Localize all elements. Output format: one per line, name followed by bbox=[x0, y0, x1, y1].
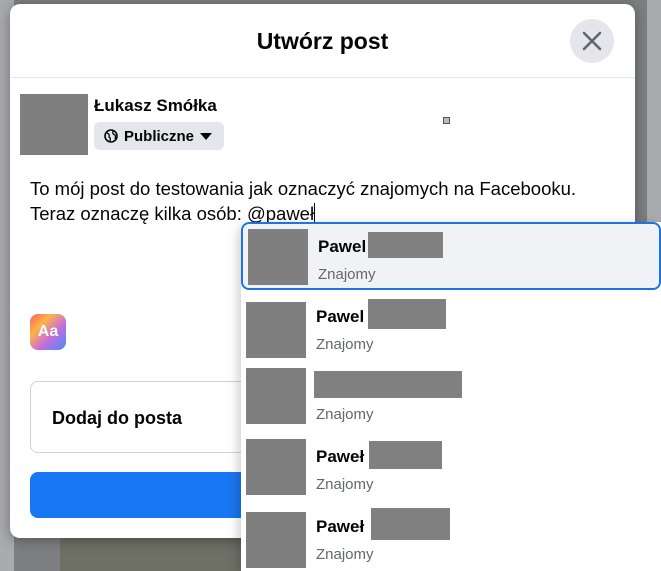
suggestion-status: Znajomy bbox=[316, 546, 374, 563]
suggestion-item[interactable]: Paweł Znajomy bbox=[241, 504, 661, 571]
suggestion-avatar bbox=[246, 302, 306, 358]
user-name: Łukasz Smółka bbox=[94, 96, 217, 115]
avatar bbox=[20, 94, 88, 155]
suggestion-avatar bbox=[246, 368, 306, 424]
marker-dot bbox=[443, 117, 450, 124]
suggestion-status: Znajomy bbox=[316, 476, 374, 493]
suggestion-status: Znajomy bbox=[316, 406, 374, 423]
redacted-block bbox=[368, 299, 446, 329]
suggestion-name: Pawel bbox=[318, 237, 367, 256]
suggestion-avatar bbox=[248, 229, 308, 285]
suggestion-avatar bbox=[246, 439, 306, 495]
redacted-block bbox=[371, 508, 450, 540]
suggestion-name: Paweł bbox=[316, 517, 365, 536]
caret-down-icon bbox=[200, 133, 212, 140]
close-icon bbox=[582, 31, 602, 51]
suggestion-item[interactable]: Znajomy bbox=[241, 364, 661, 434]
suggestion-status: Znajomy bbox=[316, 336, 374, 353]
privacy-selector-button[interactable]: Publiczne bbox=[94, 122, 224, 150]
text-format-icon[interactable]: Aa bbox=[30, 314, 66, 350]
suggestion-avatar bbox=[246, 512, 306, 568]
text-cursor bbox=[314, 203, 316, 224]
globe-icon bbox=[104, 129, 118, 143]
redacted-block bbox=[314, 371, 462, 398]
suggestion-item[interactable]: Pawel Znajomy bbox=[241, 294, 661, 364]
redacted-block bbox=[368, 232, 443, 258]
background-bottom bbox=[60, 538, 260, 571]
dialog-title: Utwórz post bbox=[256, 28, 389, 54]
post-text-line: To mój post do testowania jak oznaczyć z… bbox=[30, 178, 577, 199]
privacy-label: Publiczne bbox=[124, 128, 195, 145]
suggestion-item[interactable]: Pawel Znajomy bbox=[241, 222, 661, 290]
add-to-post-label: Dodaj do posta bbox=[52, 408, 182, 428]
mention-suggestions-dropdown: Pawel Znajomy Pawel Znajomy Znajomy Pawe… bbox=[241, 222, 661, 571]
post-text-area[interactable]: To mój post do testowania jak oznaczyć z… bbox=[30, 176, 630, 226]
suggestion-item[interactable]: Paweł Znajomy bbox=[241, 434, 661, 504]
suggestion-status: Znajomy bbox=[318, 266, 376, 283]
dialog-header: Utwórz post bbox=[10, 4, 635, 78]
suggestion-name: Paweł bbox=[316, 447, 365, 466]
suggestion-name: Pawel bbox=[316, 307, 365, 326]
close-button[interactable] bbox=[570, 19, 614, 63]
redacted-block bbox=[369, 441, 442, 469]
